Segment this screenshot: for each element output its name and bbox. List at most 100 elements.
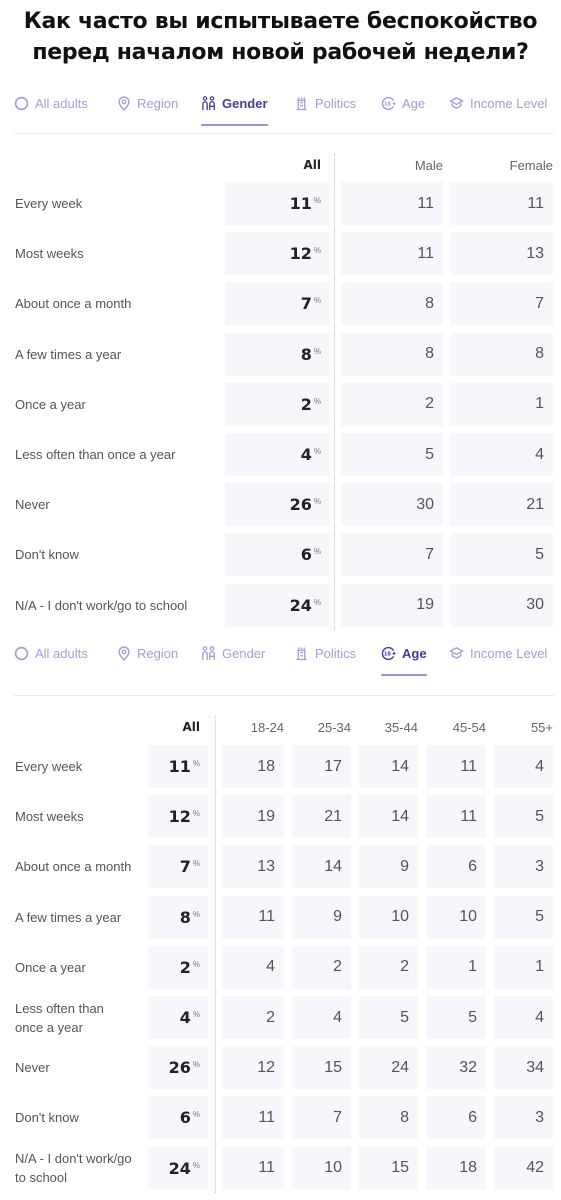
tab-label: Gender — [222, 95, 268, 111]
cell-value: 10 — [292, 1146, 351, 1190]
column-header: 45-54 — [452, 720, 486, 735]
row-label-text: A few times a year — [15, 346, 122, 362]
cell-all-value: 2 — [300, 394, 312, 414]
page-title: Как часто вы испытываете беспокойство пе… — [23, 9, 538, 65]
row-label: Once a year — [15, 946, 135, 989]
cell-all: 26% — [225, 483, 329, 527]
row-label: Less often than once a year — [15, 996, 135, 1039]
tab-income-level[interactable]: Income Level — [449, 88, 547, 118]
tab-gender[interactable]: Gender — [201, 638, 265, 668]
percent-sign: % — [313, 497, 321, 507]
cell-value: 13 — [450, 232, 553, 276]
tab-all-adults[interactable]: All adults — [14, 88, 88, 118]
cell-value: 2 — [222, 996, 284, 1039]
income-icon — [449, 96, 464, 111]
tab-region[interactable]: Region — [116, 88, 178, 118]
tab-age[interactable]: 18 Age — [381, 88, 425, 118]
politics-icon — [294, 646, 309, 661]
cell-all-value: 12 — [289, 244, 312, 264]
cell-value: 11 — [450, 182, 553, 225]
tab-label: Income Level — [470, 645, 548, 661]
cell-value: 13 — [222, 845, 284, 889]
cell-value: 11 — [222, 1096, 284, 1140]
gender-icon — [201, 645, 216, 661]
column-header: 55+ — [530, 720, 553, 735]
cell-all: 2% — [148, 945, 208, 989]
percent-sign: % — [313, 346, 321, 356]
row-label: N/A - I don't work/go to school — [15, 1147, 135, 1190]
cell-value: 10 — [359, 895, 418, 939]
cell-value: 5 — [359, 996, 418, 1039]
tab-label: All adults — [35, 645, 88, 661]
row-label: Never — [15, 483, 220, 526]
cell-all: 24% — [148, 1146, 208, 1190]
cell-value: 8 — [341, 282, 443, 326]
cell-value: 3 — [494, 1096, 553, 1140]
percent-sign: % — [192, 759, 200, 768]
map-pin-icon — [116, 645, 131, 661]
cell-value: 3 — [494, 845, 553, 889]
cell-value: 11 — [341, 182, 443, 225]
column-header: 35-44 — [384, 720, 418, 735]
percent-sign: % — [192, 909, 200, 919]
cell-value: 11 — [426, 795, 486, 839]
row-label: Most weeks — [15, 232, 220, 275]
cell-value: 15 — [359, 1146, 418, 1190]
tab-label: Politics — [315, 645, 357, 661]
cell-value: 10 — [426, 895, 486, 939]
cell-value: 1 — [426, 945, 486, 989]
cell-all: 26% — [148, 1046, 208, 1090]
percent-sign: % — [313, 396, 321, 406]
cell-all-value: 8 — [300, 344, 312, 364]
cell-value: 11 — [341, 232, 443, 276]
column-header: 18-24 — [250, 720, 284, 735]
cell-all-value: 7 — [300, 294, 312, 314]
cell-value: 18 — [426, 1146, 486, 1190]
row-label-text: A few times a year — [15, 909, 122, 925]
svg-text:18: 18 — [384, 651, 392, 657]
cell-all-value: 11 — [168, 757, 191, 776]
cell-all: 6% — [148, 1096, 208, 1140]
politics-icon — [294, 96, 309, 111]
cell-value: 14 — [292, 845, 351, 889]
cell-value: 11 — [222, 1146, 284, 1190]
cell-value: 9 — [292, 895, 351, 939]
row-label: Less often than once a year — [15, 433, 220, 476]
percent-sign: % — [192, 959, 200, 969]
cell-all-value: 26 — [289, 495, 312, 515]
breakdown-tabs-gender: All adults Region Gender Politics 18 Age Incom… — [14, 88, 554, 126]
cell-all-value: 2 — [179, 957, 191, 977]
cell-all-value: 11 — [289, 194, 312, 213]
row-label-text: About once a month — [15, 296, 132, 312]
row-label-text: Once a year — [15, 959, 86, 975]
tab-age[interactable]: 18 Age — [381, 638, 427, 676]
map-pin-icon — [116, 95, 131, 111]
cell-value: 5 — [450, 533, 553, 577]
cell-value: 19 — [341, 583, 443, 627]
cell-all-value: 6 — [300, 545, 312, 565]
cell-all-value: 8 — [179, 907, 191, 927]
cell-value: 8 — [450, 332, 553, 376]
row-label-text: Never — [15, 497, 50, 513]
row-label: Don't know — [15, 1096, 135, 1139]
tab-all-adults[interactable]: All adults — [14, 638, 88, 668]
tab-label: All adults — [35, 95, 88, 111]
cell-value: 5 — [426, 996, 486, 1039]
tab-gender[interactable]: Gender — [201, 88, 268, 126]
row-label: A few times a year — [15, 896, 135, 939]
row-label-text: Every week — [15, 196, 83, 211]
tab-label: Age — [402, 95, 426, 111]
tab-region[interactable]: Region — [116, 638, 178, 668]
tab-politics[interactable]: Politics — [294, 88, 356, 118]
cell-value: 32 — [426, 1046, 486, 1090]
cell-value: 4 — [450, 433, 553, 476]
tab-label: Age — [402, 645, 427, 661]
column-header: Male — [414, 158, 443, 173]
cell-value: 4 — [292, 996, 351, 1039]
cell-all: 24% — [225, 583, 329, 627]
cell-all-value: 6 — [179, 1108, 191, 1128]
tab-income-level[interactable]: Income Level — [449, 638, 547, 668]
cell-value: 30 — [450, 583, 553, 627]
tab-politics[interactable]: Politics — [294, 638, 356, 668]
row-label: N/A - I don't work/go to school — [15, 584, 220, 627]
